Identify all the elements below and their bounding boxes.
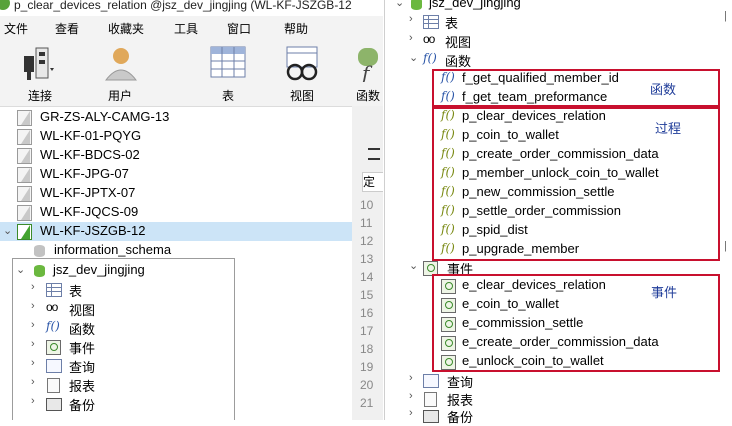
tree-item-events[interactable]: › 事件 bbox=[13, 337, 234, 356]
report-icon bbox=[424, 392, 437, 407]
connection-icon bbox=[17, 129, 32, 145]
connection-item[interactable]: WL-KF-BDCS-02 bbox=[0, 146, 352, 165]
connection-item[interactable]: WL-KF-JPG-07 bbox=[0, 165, 352, 184]
procedures-annotation: 过程 bbox=[655, 121, 682, 136]
menu-help[interactable]: 帮助 bbox=[284, 20, 308, 37]
connection-icon bbox=[17, 205, 32, 221]
chevron-right-icon[interactable]: › bbox=[31, 281, 35, 293]
table-icon bbox=[423, 15, 439, 29]
right-edge-cutoff: | | bbox=[724, 6, 732, 306]
tree-item-views[interactable]: › oo 视图 bbox=[13, 299, 234, 318]
connect-label: 连接 bbox=[27, 89, 52, 103]
chevron-right-icon[interactable]: › bbox=[409, 32, 413, 44]
tree-item-tables[interactable]: › 表 bbox=[13, 280, 234, 299]
backup-icon bbox=[423, 410, 439, 423]
line-number-gutter: 10 11 12 13 14 15 16 17 18 19 20 21 bbox=[360, 198, 374, 410]
menu-lines-icon bbox=[368, 148, 380, 160]
database-icon bbox=[34, 245, 45, 257]
tree-item-backups[interactable]: › 备份 bbox=[13, 394, 234, 413]
database-icon bbox=[34, 265, 45, 277]
tree-item-queries[interactable]: › 查询 bbox=[13, 356, 234, 375]
report-icon bbox=[47, 378, 60, 393]
chevron-down-icon[interactable]: ⌄ bbox=[395, 0, 404, 9]
event-clock-icon bbox=[46, 340, 61, 355]
table-label: 表 bbox=[221, 89, 234, 103]
events-annotation: 事件 bbox=[651, 285, 678, 300]
edge-glyph: | bbox=[724, 240, 727, 252]
function-icon: f bbox=[358, 48, 378, 82]
user-button[interactable]: 用户 bbox=[90, 38, 150, 104]
function-button[interactable]: f 函数 bbox=[348, 38, 383, 104]
chevron-right-icon[interactable]: › bbox=[409, 390, 413, 402]
chevron-down-icon[interactable]: ⌄ bbox=[3, 224, 12, 237]
menu-file[interactable]: 文件 bbox=[4, 20, 28, 37]
user-icon bbox=[104, 48, 138, 81]
connect-button[interactable]: 连接 bbox=[10, 38, 70, 104]
tree-item-reports[interactable]: › 报表 bbox=[13, 375, 234, 394]
menu-view[interactable]: 查看 bbox=[55, 20, 79, 37]
database-item-jsz[interactable]: ⌄ jsz_dev_jingjing bbox=[13, 261, 234, 280]
connection-item[interactable]: WL-KF-JQCS-09 bbox=[0, 203, 352, 222]
connection-item[interactable]: WL-KF-01-PQYG bbox=[0, 127, 352, 146]
view-button[interactable]: 视图 bbox=[272, 38, 332, 104]
query-icon bbox=[46, 359, 62, 373]
connection-icon bbox=[17, 167, 32, 183]
connection-item-selected[interactable]: ⌄ WL-KF-JSZGB-12 bbox=[0, 222, 352, 241]
chevron-right-icon[interactable]: › bbox=[31, 300, 35, 312]
connection-icon bbox=[17, 148, 32, 164]
menu-tools[interactable]: 工具 bbox=[174, 20, 198, 37]
view-glasses-icon bbox=[286, 46, 318, 81]
connection-icon bbox=[17, 186, 32, 202]
chevron-right-icon[interactable]: › bbox=[31, 357, 35, 369]
menu-favorites[interactable]: 收藏夹 bbox=[108, 20, 144, 37]
function-icon: f() bbox=[46, 319, 60, 333]
query-icon bbox=[423, 374, 439, 388]
chevron-down-icon[interactable]: ⌄ bbox=[409, 51, 418, 64]
table-button[interactable]: 表 bbox=[198, 38, 258, 104]
edge-glyph: | bbox=[724, 10, 727, 22]
chevron-right-icon[interactable]: › bbox=[409, 372, 413, 384]
definition-tab[interactable]: 定义 bbox=[362, 172, 383, 192]
connection-item[interactable]: GR-ZS-ALY-CAMG-13 bbox=[0, 108, 352, 127]
functions-annotation: 函数 bbox=[650, 82, 677, 97]
object-tree-window: ⌄ jsz_dev_jingjing › 表 › oo 视图 ⌄ f() 函数 … bbox=[384, 0, 732, 425]
connection-icon bbox=[17, 110, 32, 126]
table-icon bbox=[46, 283, 62, 297]
menu-window[interactable]: 窗口 bbox=[227, 20, 251, 37]
functions-highlight-box bbox=[432, 69, 720, 107]
view-label: 视图 bbox=[289, 89, 314, 103]
chevron-right-icon[interactable]: › bbox=[31, 319, 35, 331]
function-icon: f() bbox=[423, 51, 437, 65]
main-toolbar: 连接 用户 表 视图 f 函数 bbox=[0, 38, 383, 107]
backup-icon bbox=[46, 398, 62, 411]
function-label: 函数 bbox=[355, 89, 380, 103]
connection-item[interactable]: WL-KF-JPTX-07 bbox=[0, 184, 352, 203]
tree-item-functions[interactable]: › f() 函数 bbox=[13, 318, 234, 337]
title-bar: p_clear_devices_relation @jsz_dev_jingji… bbox=[0, 0, 383, 14]
plug-icon bbox=[24, 47, 54, 80]
database-icon bbox=[411, 0, 422, 10]
chevron-right-icon[interactable]: › bbox=[409, 407, 413, 419]
chevron-right-icon[interactable]: › bbox=[31, 395, 35, 407]
view-glasses-icon: oo bbox=[423, 32, 435, 46]
database-tree-panel: ⌄ jsz_dev_jingjing › 表 › oo 视图 › f() 函数 … bbox=[12, 258, 235, 420]
chevron-down-icon[interactable]: ⌄ bbox=[409, 259, 418, 272]
table-icon bbox=[210, 46, 246, 78]
chevron-right-icon[interactable]: › bbox=[31, 338, 35, 350]
view-glasses-icon: oo bbox=[46, 300, 58, 314]
chevron-down-icon[interactable]: ⌄ bbox=[16, 263, 25, 276]
user-label: 用户 bbox=[107, 89, 132, 103]
connection-icon bbox=[17, 224, 32, 240]
app-logo-icon bbox=[0, 0, 10, 10]
menu-bar: 文件 查看 收藏夹 工具 窗口 帮助 bbox=[0, 16, 383, 38]
navicat-main-window: p_clear_devices_relation @jsz_dev_jingji… bbox=[0, 0, 383, 420]
window-title: p_clear_devices_relation @jsz_dev_jingji… bbox=[14, 0, 352, 12]
chevron-right-icon[interactable]: › bbox=[409, 13, 413, 25]
chevron-right-icon[interactable]: › bbox=[31, 376, 35, 388]
